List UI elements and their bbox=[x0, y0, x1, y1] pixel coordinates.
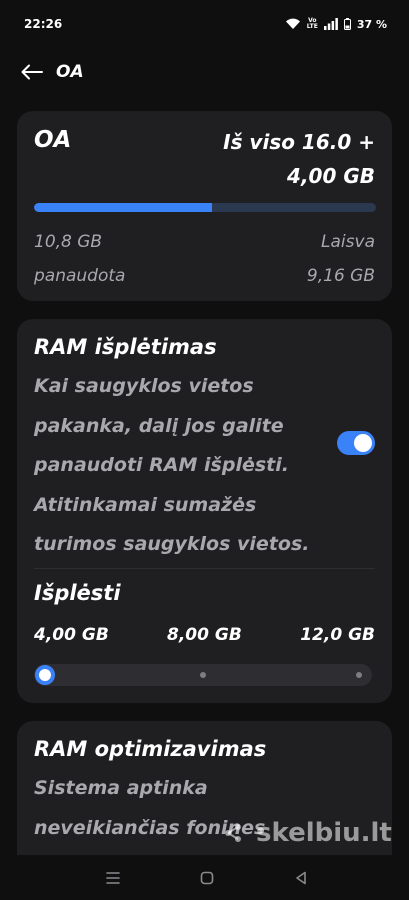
home-icon bbox=[200, 871, 214, 885]
storage-usage-fill bbox=[34, 203, 212, 212]
status-icons: Vo LTE 37 % bbox=[285, 18, 387, 31]
arrow-left-icon bbox=[21, 64, 43, 80]
ram-expansion-toggle[interactable] bbox=[337, 431, 375, 455]
slider-stop-dot bbox=[200, 672, 206, 678]
signal-icon bbox=[323, 18, 338, 30]
expand-option-4gb[interactable]: 4,00 GB bbox=[34, 625, 109, 645]
expand-option-8gb[interactable]: 8,00 GB bbox=[167, 625, 242, 645]
ram-expansion-title: RAM išplėtimas bbox=[34, 335, 217, 359]
menu-icon bbox=[106, 872, 120, 884]
watermark-logo-icon bbox=[225, 824, 241, 842]
ram-expansion-description: Kai saugyklos vietos pakanka, dalį jos g… bbox=[34, 375, 310, 555]
volte-indicator: Vo LTE bbox=[306, 17, 318, 30]
watermark-text: skelbiu.lt bbox=[256, 818, 392, 848]
home-button[interactable] bbox=[198, 869, 216, 887]
page-title: OA bbox=[56, 62, 84, 82]
status-bar: 22:26 Vo LTE 37 % bbox=[0, 0, 409, 48]
storage-used-value: 10,8 GB bbox=[34, 232, 103, 252]
storage-free: Laisva 9,16 GB bbox=[307, 225, 375, 293]
storage-free-label: Laisva bbox=[321, 232, 375, 252]
expand-title: Išplėsti bbox=[34, 581, 121, 605]
nav-back-button[interactable] bbox=[292, 869, 310, 887]
status-time: 22:26 bbox=[24, 17, 63, 31]
toggle-knob bbox=[354, 434, 372, 452]
expand-slider[interactable] bbox=[34, 664, 372, 686]
wifi-icon bbox=[285, 18, 300, 29]
slider-thumb[interactable] bbox=[35, 665, 55, 685]
storage-total-line2: 4,00 GB bbox=[287, 164, 375, 188]
ram-optimization-title: RAM optimizavimas bbox=[34, 737, 267, 761]
battery-percent: 37 % bbox=[356, 17, 387, 31]
storage-total-line1: Iš viso 16.0 + bbox=[223, 130, 375, 154]
storage-name: OA bbox=[34, 127, 72, 153]
divider bbox=[34, 568, 375, 569]
back-button[interactable] bbox=[12, 52, 52, 92]
ram-expansion-card: RAM išplėtimas Kai saugyklos vietos paka… bbox=[17, 319, 392, 703]
storage-used: 10,8 GB panaudota bbox=[34, 225, 125, 293]
storage-usage-bar bbox=[34, 203, 376, 212]
expand-option-12gb[interactable]: 12,0 GB bbox=[300, 625, 375, 645]
system-nav-bar bbox=[0, 855, 409, 900]
storage-total: Iš viso 16.0 + 4,00 GB bbox=[205, 125, 375, 193]
top-app-bar: OA bbox=[0, 52, 409, 92]
storage-used-label: panaudota bbox=[34, 266, 126, 286]
storage-card: OA Iš viso 16.0 + 4,00 GB 10,8 GB panaud… bbox=[17, 111, 392, 301]
recent-apps-button[interactable] bbox=[104, 869, 122, 887]
slider-stop-dot bbox=[356, 672, 362, 678]
back-icon bbox=[296, 871, 306, 885]
battery-icon bbox=[343, 18, 351, 30]
storage-free-value: 9,16 GB bbox=[306, 266, 375, 286]
watermark: skelbiu.lt bbox=[218, 818, 392, 848]
